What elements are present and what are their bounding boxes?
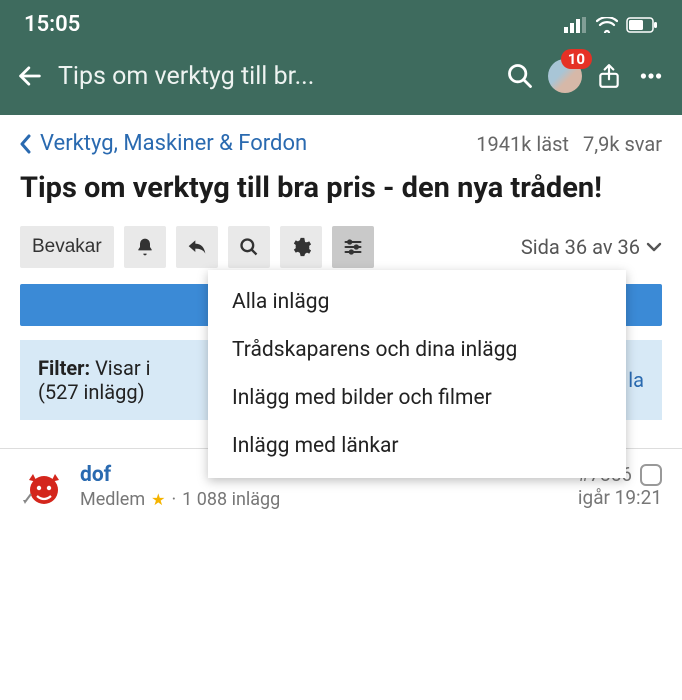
post-dot: ·: [171, 489, 176, 510]
status-bar: 15:05: [0, 0, 682, 45]
settings-button[interactable]: [280, 226, 322, 268]
dropdown-item-links[interactable]: Inlägg med länkar: [208, 422, 626, 470]
post-avatar[interactable]: [20, 463, 68, 511]
thread-title: Tips om verktyg till bra pris - den nya …: [20, 170, 662, 206]
post-count: 1 088 inlägg: [182, 489, 280, 510]
wifi-icon: [596, 17, 618, 33]
bell-icon: [135, 237, 155, 257]
filter-button[interactable]: [332, 226, 374, 268]
post-time: igår 19:21: [578, 486, 662, 509]
filter-link[interactable]: la: [628, 368, 644, 392]
replies-count: 7,9k svar: [583, 132, 662, 156]
more-button[interactable]: [636, 63, 666, 89]
dropdown-item-all[interactable]: Alla inlägg: [208, 278, 626, 326]
chevron-down-icon: [646, 241, 662, 253]
profile-button[interactable]: 10: [548, 59, 582, 93]
sliders-icon: [342, 237, 364, 257]
thread-stats: 1941k läst 7,9k svar: [476, 132, 662, 156]
chevron-left-icon: [20, 134, 32, 154]
reads-count: 1941k läst: [476, 132, 569, 156]
dropdown-item-op-yours[interactable]: Trådskaparens och dina inlägg: [208, 326, 626, 374]
reply-button[interactable]: [176, 226, 218, 268]
devil-avatar-icon: [21, 464, 67, 510]
status-time: 15:05: [24, 12, 80, 37]
post-checkbox[interactable]: [640, 464, 662, 486]
star-icon: ★: [151, 490, 165, 509]
bell-button[interactable]: [124, 226, 166, 268]
page-indicator[interactable]: Sida 36 av 36: [521, 235, 662, 259]
reply-icon: [186, 237, 208, 257]
search-thread-button[interactable]: [228, 226, 270, 268]
filter-label: Filter:: [38, 356, 90, 380]
page-indicator-text: Sida 36 av 36: [521, 235, 640, 259]
app-header: 15:05 Tips om verktyg till br... 10: [0, 0, 682, 115]
back-button[interactable]: [16, 62, 44, 90]
search-icon: [239, 237, 259, 257]
share-button[interactable]: [596, 63, 622, 89]
breadcrumb[interactable]: Verktyg, Maskiner & Fordon: [20, 131, 307, 156]
filter-dropdown: Alla inlägg Trådskaparens och dina inläg…: [208, 270, 626, 478]
nav-title: Tips om verktyg till br...: [58, 62, 492, 91]
filter-count: (527 inlägg): [38, 380, 145, 404]
thread-toolbar: Bevakar Sida 36 av 36 Alla inlägg Trådsk…: [20, 226, 662, 268]
status-indicators: [564, 17, 658, 33]
post-role: Medlem: [80, 489, 145, 510]
notification-badge: 10: [561, 49, 592, 69]
content-area: Verktyg, Maskiner & Fordon 1941k läst 7,…: [0, 115, 682, 420]
battery-icon: [626, 17, 658, 33]
breadcrumb-row: Verktyg, Maskiner & Fordon 1941k läst 7,…: [20, 131, 662, 156]
search-button[interactable]: [506, 62, 534, 90]
watch-button[interactable]: Bevakar: [20, 226, 114, 268]
breadcrumb-label: Verktyg, Maskiner & Fordon: [40, 131, 307, 156]
filter-text: Visar i: [95, 356, 150, 380]
dropdown-item-media[interactable]: Inlägg med bilder och filmer: [208, 374, 626, 422]
nav-bar: Tips om verktyg till br... 10: [0, 45, 682, 115]
gear-icon: [290, 236, 312, 258]
cellular-icon: [564, 17, 588, 33]
